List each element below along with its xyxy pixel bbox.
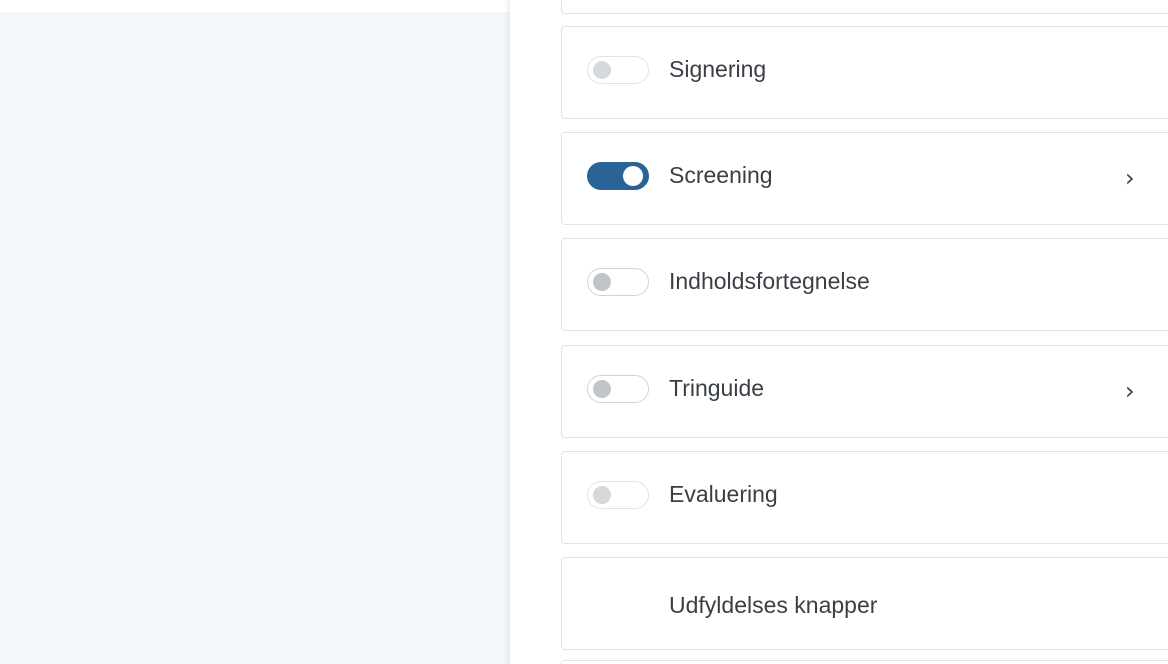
tringuide-toggle[interactable]	[587, 375, 649, 403]
screening-toggle[interactable]	[587, 162, 649, 190]
settings-row-udfyldelses-knapper[interactable]: Udfyldelses knapper	[561, 557, 1168, 650]
toggle-knob	[593, 380, 611, 398]
settings-screen: Signering Screening › Indholdsfortegnels…	[0, 0, 1168, 664]
settings-row-indholdsfortegnelse[interactable]: Indholdsfortegnelse	[561, 238, 1168, 331]
chevron-right-icon[interactable]: ›	[1125, 163, 1135, 193]
evaluering-toggle[interactable]	[587, 481, 649, 509]
signering-label: Signering	[669, 56, 767, 82]
chevron-right-icon[interactable]: ›	[1125, 376, 1135, 406]
screening-label: Screening	[669, 162, 773, 188]
toggle-knob	[593, 273, 611, 291]
toggle-knob	[593, 486, 611, 504]
settings-row-screening[interactable]: Screening ›	[561, 132, 1168, 225]
indholdsfortegnelse-toggle[interactable]	[587, 268, 649, 296]
toggle-knob	[593, 61, 611, 79]
settings-card-partial-bottom	[561, 660, 1168, 664]
indholdsfortegnelse-label: Indholdsfortegnelse	[669, 268, 870, 294]
signering-toggle[interactable]	[587, 56, 649, 84]
left-panel-top-strip	[0, 0, 510, 12]
toggle-knob	[623, 166, 643, 186]
evaluering-label: Evaluering	[669, 481, 778, 507]
left-panel	[0, 0, 510, 664]
settings-row-tringuide[interactable]: Tringuide ›	[561, 345, 1168, 438]
udfyldelses-knapper-label: Udfyldelses knapper	[669, 592, 878, 618]
settings-row-signering[interactable]: Signering	[561, 26, 1168, 119]
settings-card-partial-top	[561, 0, 1168, 14]
tringuide-label: Tringuide	[669, 375, 765, 401]
settings-row-evaluering[interactable]: Evaluering	[561, 451, 1168, 544]
